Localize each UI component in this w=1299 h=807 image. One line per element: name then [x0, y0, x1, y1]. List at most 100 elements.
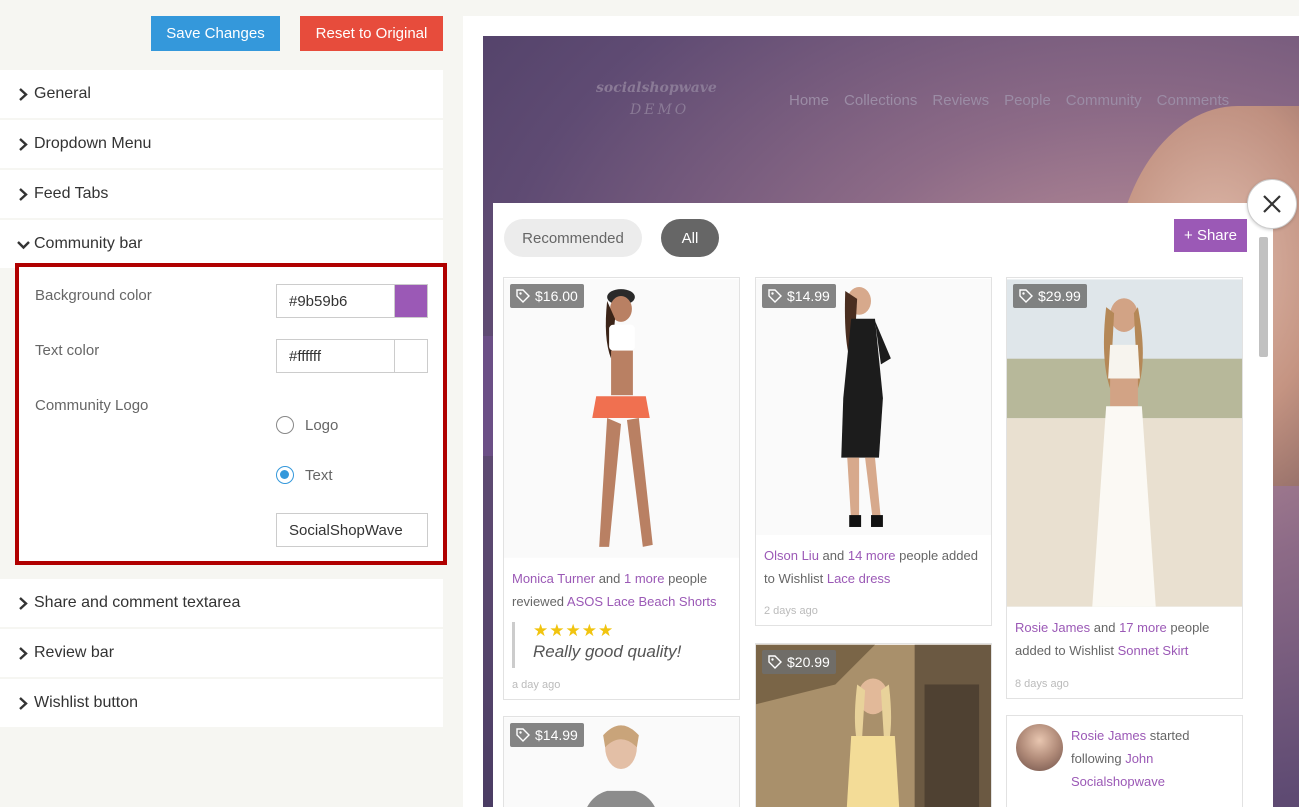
- radio-logo[interactable]: Logo: [276, 416, 338, 434]
- price-tag: $20.99: [762, 650, 836, 674]
- store-logo-sub: DEMO: [630, 102, 690, 118]
- accordion-dropdown-menu[interactable]: Dropdown Menu: [0, 120, 443, 168]
- more-link[interactable]: 14 more: [848, 548, 896, 563]
- text-color-label: Text color: [35, 342, 100, 359]
- product-image: [1007, 279, 1242, 607]
- close-icon: [1263, 195, 1281, 213]
- activity-text: Monica Turner and 1 more people reviewed…: [512, 567, 731, 613]
- activity-text: Rosie James and 17 more people added to …: [1015, 616, 1234, 662]
- chevron-right-icon: [16, 87, 31, 102]
- review-text: Really good quality!: [533, 642, 682, 661]
- chevron-right-icon: [16, 646, 31, 661]
- product-link[interactable]: Lace dress: [827, 571, 891, 586]
- rating-stars: ★★★★★: [533, 621, 615, 640]
- product-image: [756, 279, 991, 535]
- price-tag: $14.99: [762, 284, 836, 308]
- nav-community[interactable]: Community: [1066, 92, 1142, 109]
- nav-people[interactable]: People: [1004, 92, 1051, 109]
- and-text: and: [1090, 620, 1120, 635]
- price-tag: $29.99: [1013, 284, 1087, 308]
- background-color-input[interactable]: #9b59b6: [276, 284, 395, 318]
- accordion-feed-tabs[interactable]: Feed Tabs: [0, 170, 443, 218]
- timestamp: 2 days ago: [764, 605, 818, 617]
- text-color-swatch[interactable]: [394, 339, 428, 373]
- store-logo[interactable]: socialshopwave: [596, 80, 717, 96]
- and-text: and: [818, 548, 848, 563]
- price-value: $16.00: [535, 288, 578, 304]
- accordion-label: Dropdown Menu: [34, 135, 152, 152]
- nav-collections[interactable]: Collections: [844, 92, 917, 109]
- accordion-community-bar[interactable]: Community bar: [0, 220, 443, 268]
- settings-panel: Save Changes Reset to Original General D…: [0, 0, 462, 807]
- review-quote: ★★★★★ Really good quality!: [512, 622, 722, 668]
- accordion-wishlist-button[interactable]: Wishlist button: [0, 679, 443, 727]
- price-value: $14.99: [787, 288, 830, 304]
- accordion-share-comment-textarea[interactable]: Share and comment textarea: [0, 579, 443, 627]
- chevron-down-icon: [16, 237, 31, 252]
- reset-to-original-button[interactable]: Reset to Original: [300, 16, 443, 51]
- close-modal-button[interactable]: [1247, 179, 1297, 229]
- radio-label: Logo: [305, 416, 339, 434]
- feed-card[interactable]: $14.99 Olson Liu and 14 more people adde…: [755, 277, 992, 626]
- product-image: [504, 279, 739, 558]
- accordion-label: Share and comment textarea: [34, 594, 241, 611]
- community-modal: Recommended All + Share $16.00 Monica Tu…: [493, 203, 1273, 807]
- chevron-right-icon: [16, 187, 31, 202]
- accordion-label: Community bar: [34, 235, 143, 252]
- more-link[interactable]: 1 more: [624, 571, 664, 586]
- store-nav: Home Collections Reviews People Communit…: [789, 92, 1244, 109]
- logo-text-input[interactable]: SocialShopWave: [276, 513, 428, 547]
- nav-reviews[interactable]: Reviews: [932, 92, 989, 109]
- price-tag: $16.00: [510, 284, 584, 308]
- timestamp: a day ago: [512, 679, 561, 691]
- tag-icon: [516, 289, 530, 303]
- user-link[interactable]: Rosie James: [1015, 620, 1090, 635]
- follow-card[interactable]: Rosie James started following John Socia…: [1006, 715, 1243, 807]
- tab-all[interactable]: All: [661, 219, 719, 257]
- avatar[interactable]: [1016, 724, 1063, 771]
- modal-scrollbar[interactable]: [1257, 223, 1268, 807]
- price-value: $14.99: [535, 727, 578, 743]
- radio-label: Text: [305, 466, 333, 484]
- chevron-right-icon: [16, 696, 31, 711]
- background-color-label: Background color: [35, 287, 152, 304]
- radio-button-selected[interactable]: [276, 466, 294, 484]
- user-link[interactable]: Monica Turner: [512, 571, 595, 586]
- tab-recommended[interactable]: Recommended: [504, 219, 642, 257]
- accordion-label: General: [34, 85, 91, 102]
- user-link[interactable]: Olson Liu: [764, 548, 819, 563]
- feed-card[interactable]: $20.99: [755, 643, 992, 807]
- tag-icon: [768, 655, 782, 669]
- feed-card[interactable]: $16.00 Monica Turner and 1 more people r…: [503, 277, 740, 700]
- user-link[interactable]: Rosie James: [1071, 728, 1146, 743]
- and-text: and: [595, 571, 625, 586]
- chevron-right-icon: [16, 137, 31, 152]
- chevron-right-icon: [16, 596, 31, 611]
- product-link[interactable]: ASOS Lace Beach Shorts: [567, 594, 717, 609]
- feed-card[interactable]: $29.99 Rosie James and 17 more people ad…: [1006, 277, 1243, 699]
- accordion-label: Wishlist button: [34, 694, 139, 711]
- feed-card[interactable]: $14.99: [503, 716, 740, 807]
- price-value: $20.99: [787, 654, 830, 670]
- price-value: $29.99: [1038, 288, 1081, 304]
- share-button[interactable]: + Share: [1174, 219, 1247, 252]
- timestamp: 8 days ago: [1015, 678, 1069, 690]
- activity-text: Olson Liu and 14 more people added to Wi…: [764, 544, 983, 590]
- community-bar-settings: Background color #9b59b6 Text color #fff…: [15, 263, 447, 565]
- price-tag: $14.99: [510, 723, 584, 747]
- radio-text[interactable]: Text: [276, 466, 333, 484]
- save-changes-button[interactable]: Save Changes: [151, 16, 280, 51]
- scroll-thumb[interactable]: [1259, 237, 1268, 357]
- more-link[interactable]: 17 more: [1119, 620, 1167, 635]
- tag-icon: [768, 289, 782, 303]
- product-link[interactable]: Sonnet Skirt: [1118, 643, 1189, 658]
- accordion-general[interactable]: General: [0, 70, 443, 118]
- nav-comments[interactable]: Comments: [1157, 92, 1230, 109]
- nav-home[interactable]: Home: [789, 92, 829, 109]
- radio-button[interactable]: [276, 416, 294, 434]
- background-color-swatch[interactable]: [394, 284, 428, 318]
- text-color-input[interactable]: #ffffff: [276, 339, 395, 373]
- accordion-label: Feed Tabs: [34, 185, 109, 202]
- accordion-label: Review bar: [34, 644, 115, 661]
- accordion-review-bar[interactable]: Review bar: [0, 629, 443, 677]
